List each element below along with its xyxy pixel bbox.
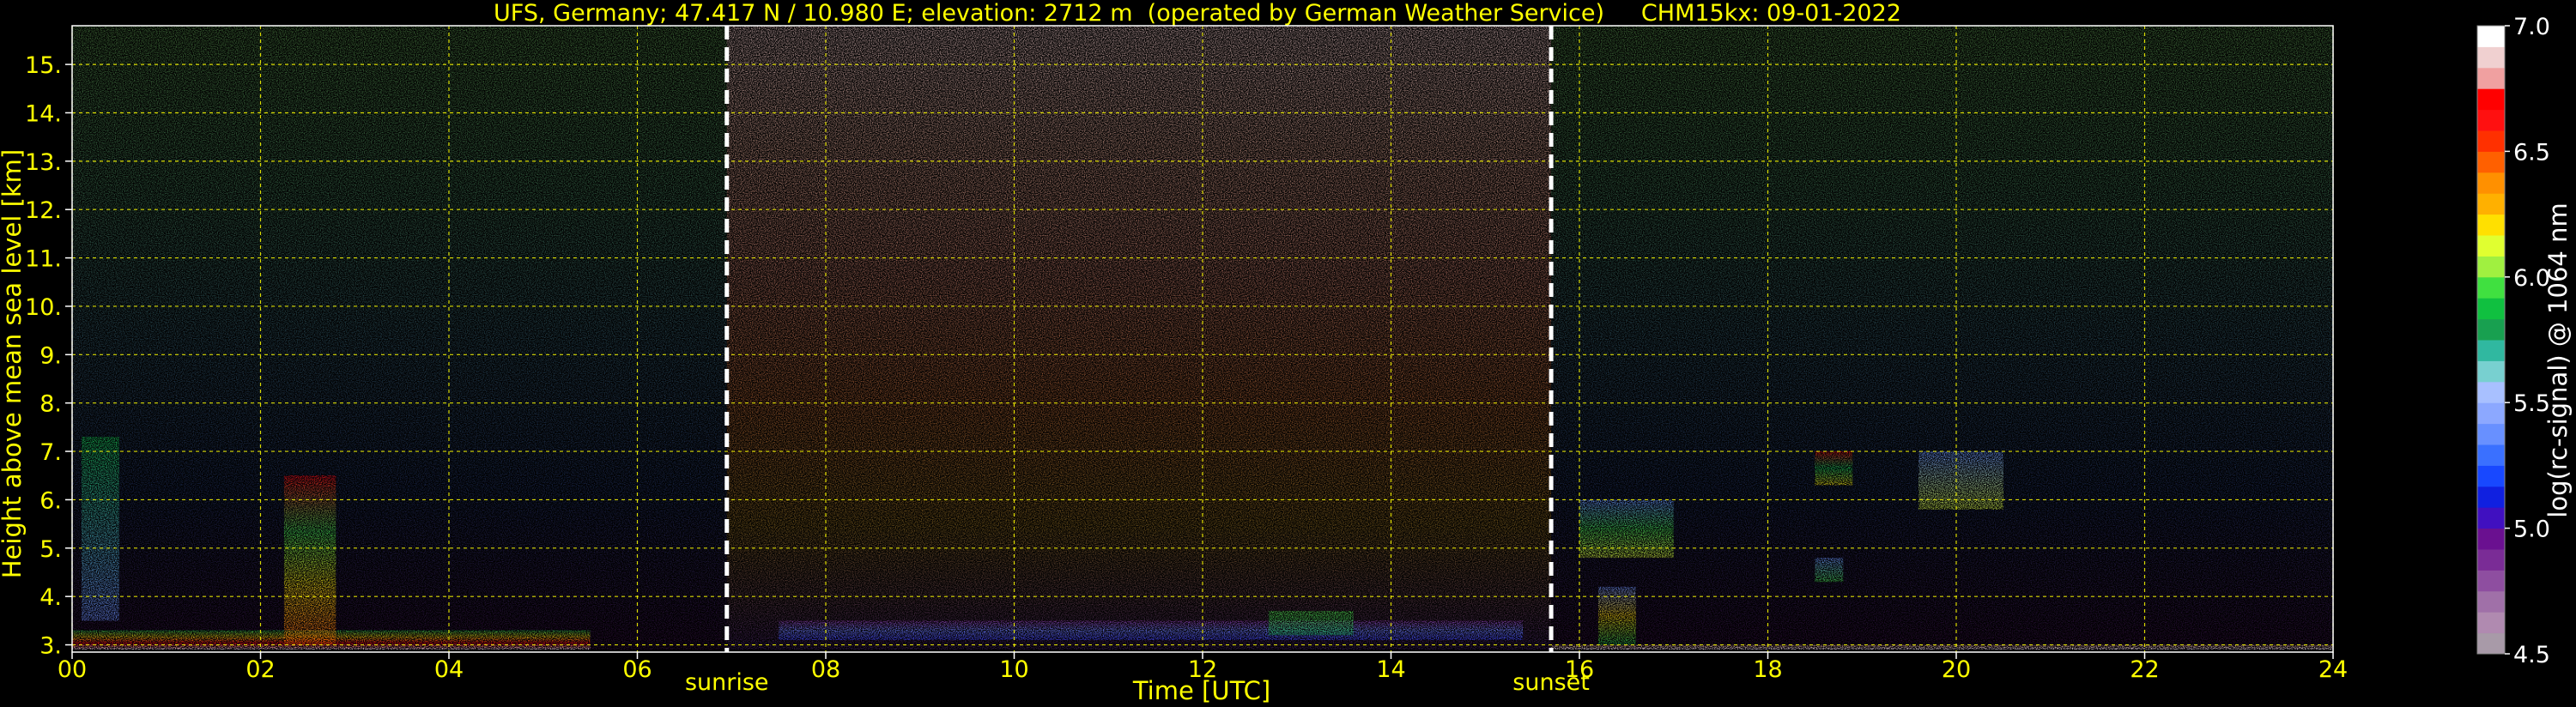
heatmap-layer: [283, 475, 336, 645]
y-tick-label: 11.: [25, 246, 62, 273]
colorbar-swatch: [2477, 193, 2505, 215]
x-tick-label: 00: [58, 656, 87, 683]
y-axis-label: Height above mean sea level [km]: [0, 149, 27, 578]
y-tick-label: 10.: [25, 294, 62, 321]
y-tick-label: 3.: [39, 633, 62, 660]
colorbar-swatch: [2477, 423, 2505, 445]
heatmap-layer: [1815, 558, 1844, 583]
ceilometer-chart: UFS, Germany; 47.417 N / 10.980 E; eleva…: [0, 0, 2573, 705]
colorbar-swatch: [2477, 88, 2505, 111]
colorbar-swatch: [2477, 256, 2505, 278]
colorbar-tick-label: 5.0: [2513, 517, 2550, 543]
colorbar-swatch: [2477, 46, 2505, 69]
plot-area: sunrise sunset: [71, 25, 2334, 696]
colorbar-swatch: [2477, 276, 2505, 299]
colorbar-swatch: [2477, 444, 2505, 466]
heatmap-layer: [1918, 451, 2003, 510]
x-tick-label: 24: [2318, 656, 2348, 683]
heatmap-layer: [1815, 451, 1853, 486]
heatmap-layer: [1268, 611, 1354, 636]
colorbar-swatch: [2477, 528, 2505, 550]
x-tick-label: 02: [245, 656, 275, 683]
y-tick-label: 8.: [39, 391, 62, 418]
x-tick-label: 04: [434, 656, 464, 683]
x-tick-label: 22: [2130, 656, 2159, 683]
y-tick-label: 4.: [39, 584, 62, 611]
colorbar-tick-label: 4.5: [2513, 642, 2550, 668]
y-tick-label: 13.: [25, 149, 62, 176]
colorbar-label: log(rc-signal) @ 1064 nm: [2543, 202, 2573, 517]
y-tick-label: 14.: [25, 100, 62, 127]
heatmap-layer: [779, 620, 1524, 640]
y-tick-label: 5.: [39, 536, 62, 563]
colorbar-swatch: [2477, 67, 2505, 89]
y-tick-label: 9.: [39, 342, 62, 369]
colorbar: [2476, 25, 2506, 655]
colorbar-swatch: [2477, 612, 2505, 634]
colorbar-swatch: [2477, 172, 2505, 194]
y-tick-label: 7.: [39, 439, 62, 466]
colorbar-swatch: [2477, 632, 2505, 655]
y-axis-ticks: 3. 4. 5. 6. 7. 8. 9. 10. 11. 12. 13. 14. 15.: [25, 52, 72, 660]
colorbar-swatch: [2477, 318, 2505, 341]
colorbar-tick-label: 6.5: [2513, 139, 2550, 166]
colorbar-swatch: [2477, 26, 2505, 47]
colorbar-swatch: [2477, 235, 2505, 257]
colorbar-swatch: [2477, 130, 2505, 152]
y-tick-label: 6.: [39, 487, 62, 514]
colorbar-swatch: [2477, 381, 2505, 403]
colorbar-swatch: [2477, 549, 2505, 571]
event-label: sunrise: [685, 669, 769, 696]
x-tick-label: 14: [1376, 656, 1405, 683]
colorbar-swatch: [2477, 465, 2505, 487]
colorbar-tick-label: 7.0: [2513, 14, 2550, 40]
heatmap-layer: [726, 26, 1552, 650]
heatmap-layer: [81, 437, 119, 621]
x-axis-label: Time [UTC]: [1132, 676, 1270, 705]
x-tick-label: 18: [1753, 656, 1782, 683]
x-tick-label: 20: [1942, 656, 1971, 683]
x-tick-label: 08: [811, 656, 840, 683]
colorbar-swatch: [2477, 298, 2505, 320]
heatmap-layer: [1579, 499, 1674, 559]
heatmap-layer: [1551, 644, 2333, 650]
colorbar-swatch: [2477, 109, 2505, 131]
colorbar-swatch: [2477, 151, 2505, 173]
y-tick-label: 15.: [25, 52, 62, 79]
heatmap-layer: [1597, 586, 1636, 645]
x-tick-label: 10: [999, 656, 1028, 683]
colorbar-swatch: [2477, 507, 2505, 529]
colorbar-swatch: [2477, 340, 2505, 361]
x-tick-label: 16: [1565, 656, 1594, 683]
heatmap-layer: [72, 26, 727, 650]
colorbar-swatch: [2477, 402, 2505, 425]
colorbar-swatch: [2477, 590, 2505, 613]
colorbar-swatch: [2477, 486, 2505, 508]
y-tick-label: 12.: [25, 197, 62, 224]
chart-title: UFS, Germany; 47.417 N / 10.980 E; eleva…: [494, 0, 1901, 27]
colorbar-swatch: [2477, 360, 2505, 383]
x-tick-label: 06: [622, 656, 652, 683]
colorbar-swatch: [2477, 214, 2505, 236]
colorbar-swatch: [2477, 570, 2505, 592]
